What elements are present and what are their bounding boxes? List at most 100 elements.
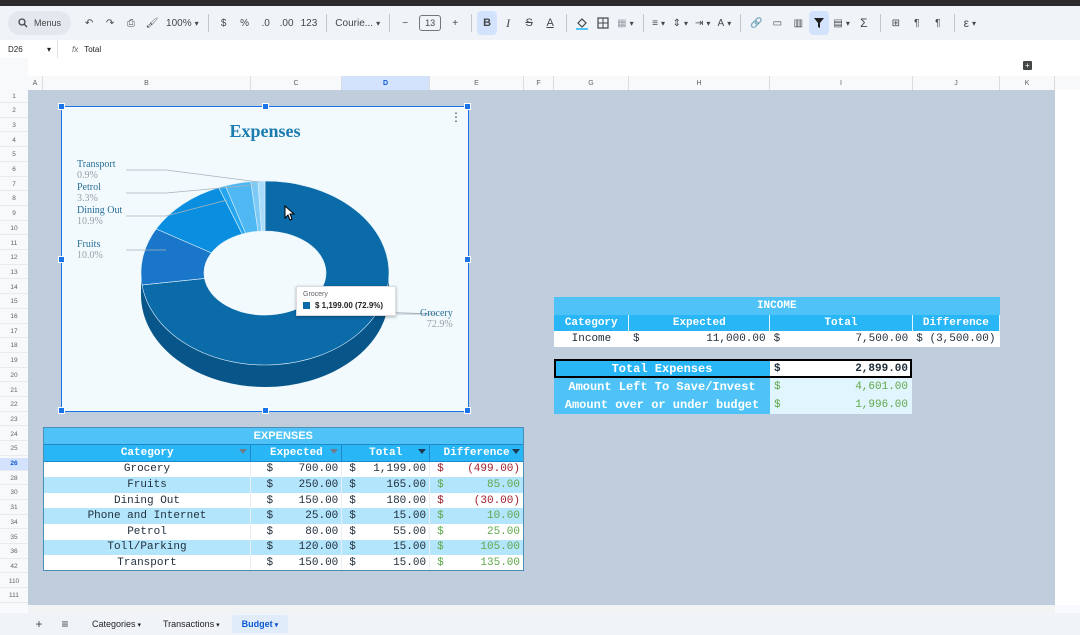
zoom-select[interactable]: 100% xyxy=(163,11,202,35)
income-header-expected[interactable]: Expected xyxy=(628,315,771,331)
text-wrapping-icon[interactable]: ⇥ xyxy=(692,11,713,35)
sheet-tab[interactable]: Transactions xyxy=(153,615,230,633)
row-header[interactable]: 6 xyxy=(0,164,28,177)
undo-icon[interactable]: ↶ xyxy=(79,11,99,35)
strikethrough-icon[interactable]: S xyxy=(519,11,539,35)
row-header[interactable]: 22 xyxy=(0,399,28,412)
font-family-select[interactable]: Courie... xyxy=(332,11,383,35)
income-header-difference[interactable]: Difference xyxy=(912,315,1001,331)
ltr-text-icon[interactable]: ¶ xyxy=(907,11,927,35)
row-header[interactable]: 8 xyxy=(0,193,28,206)
expected-cell[interactable]: $250.00 xyxy=(250,477,343,493)
decrease-font-size-button[interactable]: − xyxy=(395,11,415,35)
row-header[interactable]: 10 xyxy=(0,222,28,236)
row-header[interactable]: 31 xyxy=(0,502,28,515)
add-icon[interactable]: + xyxy=(1023,61,1032,70)
filter-icon[interactable] xyxy=(239,449,248,454)
over-under-label[interactable]: Amount over or under budget xyxy=(554,396,770,414)
print-icon[interactable]: ⎙ xyxy=(121,11,141,35)
expected-cell[interactable]: $80.00 xyxy=(250,523,343,540)
row-header[interactable]: 13 xyxy=(0,266,28,280)
difference-cell[interactable]: $85.00 xyxy=(429,477,524,493)
row-header[interactable]: 4 xyxy=(0,134,28,148)
row-header[interactable]: 15 xyxy=(0,296,28,309)
row-header[interactable]: 3 xyxy=(0,119,28,133)
percent-format-button[interactable]: % xyxy=(235,11,255,35)
resize-handle[interactable] xyxy=(262,407,269,414)
row-header[interactable]: 14 xyxy=(0,281,28,295)
formula-input[interactable]: Total xyxy=(84,45,101,54)
merge-cells-icon[interactable]: ▦ xyxy=(614,11,636,35)
expected-cell[interactable]: $150.00 xyxy=(250,492,343,509)
row-header[interactable]: 11 xyxy=(0,237,28,250)
rtl-text-icon[interactable]: ¶ xyxy=(928,11,948,35)
column-header[interactable]: G xyxy=(554,76,629,90)
over-under-cell[interactable]: $1,996.00 xyxy=(770,396,912,414)
insert-comment-icon[interactable]: ▭ xyxy=(767,11,787,35)
income-header-total[interactable]: Total xyxy=(769,315,913,331)
currency-format-button[interactable]: $ xyxy=(214,11,234,35)
row-header[interactable]: 111 xyxy=(0,590,28,603)
difference-cell[interactable]: $25.00 xyxy=(429,523,524,540)
row-header[interactable]: 26 xyxy=(0,457,28,471)
income-category[interactable]: Income xyxy=(554,331,629,347)
difference-cell[interactable]: $105.00 xyxy=(429,539,524,556)
filter-active-icon[interactable] xyxy=(512,449,520,454)
resize-handle[interactable] xyxy=(58,407,65,414)
column-header[interactable]: K xyxy=(1000,76,1055,90)
expenses-chart[interactable]: Expenses ⋮ Transport 0.9% Petrol 3.3% Dini… xyxy=(58,103,471,414)
column-header[interactable]: C xyxy=(251,76,342,90)
row-header[interactable]: 21 xyxy=(0,384,28,397)
row-header[interactable]: 18 xyxy=(0,340,28,353)
insert-chart-icon[interactable]: ▥ xyxy=(788,11,808,35)
row-header[interactable]: 25 xyxy=(0,443,28,456)
resize-handle[interactable] xyxy=(262,103,269,110)
horizontal-align-icon[interactable]: ≡ xyxy=(649,11,669,35)
sheet-tab[interactable]: Categories xyxy=(82,615,151,633)
row-header[interactable]: 42 xyxy=(0,560,28,574)
row-header[interactable]: 12 xyxy=(0,252,28,265)
total-cell[interactable]: $1,199.00 xyxy=(341,461,431,478)
filter-icon[interactable] xyxy=(330,449,339,454)
category-cell[interactable]: Petrol xyxy=(43,523,252,540)
row-header[interactable]: 5 xyxy=(0,149,28,162)
row-header[interactable]: 30 xyxy=(0,487,28,500)
row-header[interactable]: 110 xyxy=(0,575,28,589)
total-cell[interactable]: $165.00 xyxy=(341,477,431,493)
income-total[interactable]: $7,500.00 xyxy=(769,331,913,347)
total-cell[interactable]: $15.00 xyxy=(341,508,431,524)
total-expenses-cell[interactable]: $2,899.00 xyxy=(770,359,912,378)
column-header[interactable]: J xyxy=(913,76,1000,90)
all-sheets-icon[interactable]: ≡ xyxy=(56,617,74,631)
row-header[interactable]: 7 xyxy=(0,178,28,192)
decrease-decimal-button[interactable]: .0 xyxy=(256,11,276,35)
vertical-align-icon[interactable]: ⇕ xyxy=(670,11,691,35)
freeze-icon[interactable]: ⊞ xyxy=(886,11,906,35)
amount-left-cell[interactable]: $4,601.00 xyxy=(770,378,912,396)
column-header[interactable]: E xyxy=(430,76,524,90)
header-expected[interactable]: Expected xyxy=(250,444,343,462)
income-expected[interactable]: $11,000.00 xyxy=(628,331,770,347)
column-header[interactable]: B xyxy=(43,76,251,90)
equation-icon[interactable]: ε xyxy=(960,11,980,35)
fill-color-icon[interactable] xyxy=(572,11,592,35)
category-cell[interactable]: Transport xyxy=(43,555,252,571)
paint-format-icon[interactable]: 🖌 xyxy=(142,11,162,35)
column-header[interactable]: A xyxy=(28,76,43,90)
increase-decimal-button[interactable]: .00 xyxy=(277,11,297,35)
difference-cell[interactable]: $ (499.00) xyxy=(429,461,524,478)
filter-active-icon[interactable] xyxy=(418,449,427,454)
column-header[interactable]: I xyxy=(770,76,913,90)
category-cell[interactable]: Fruits xyxy=(43,477,252,493)
row-header[interactable]: 24 xyxy=(0,428,28,442)
difference-cell[interactable]: $10.00 xyxy=(429,508,524,524)
row-header[interactable]: 16 xyxy=(0,311,28,324)
filter-views-icon[interactable]: ▤ xyxy=(830,11,852,35)
sheet-tab[interactable]: Budget xyxy=(231,615,289,633)
text-rotation-icon[interactable]: A xyxy=(714,11,734,35)
total-cell[interactable]: $55.00 xyxy=(341,523,431,540)
column-header[interactable]: D xyxy=(342,76,430,90)
category-cell[interactable]: Phone and Internet xyxy=(43,508,252,524)
header-total[interactable]: Total xyxy=(341,444,431,462)
total-expenses-label[interactable]: Total Expenses xyxy=(554,359,770,378)
